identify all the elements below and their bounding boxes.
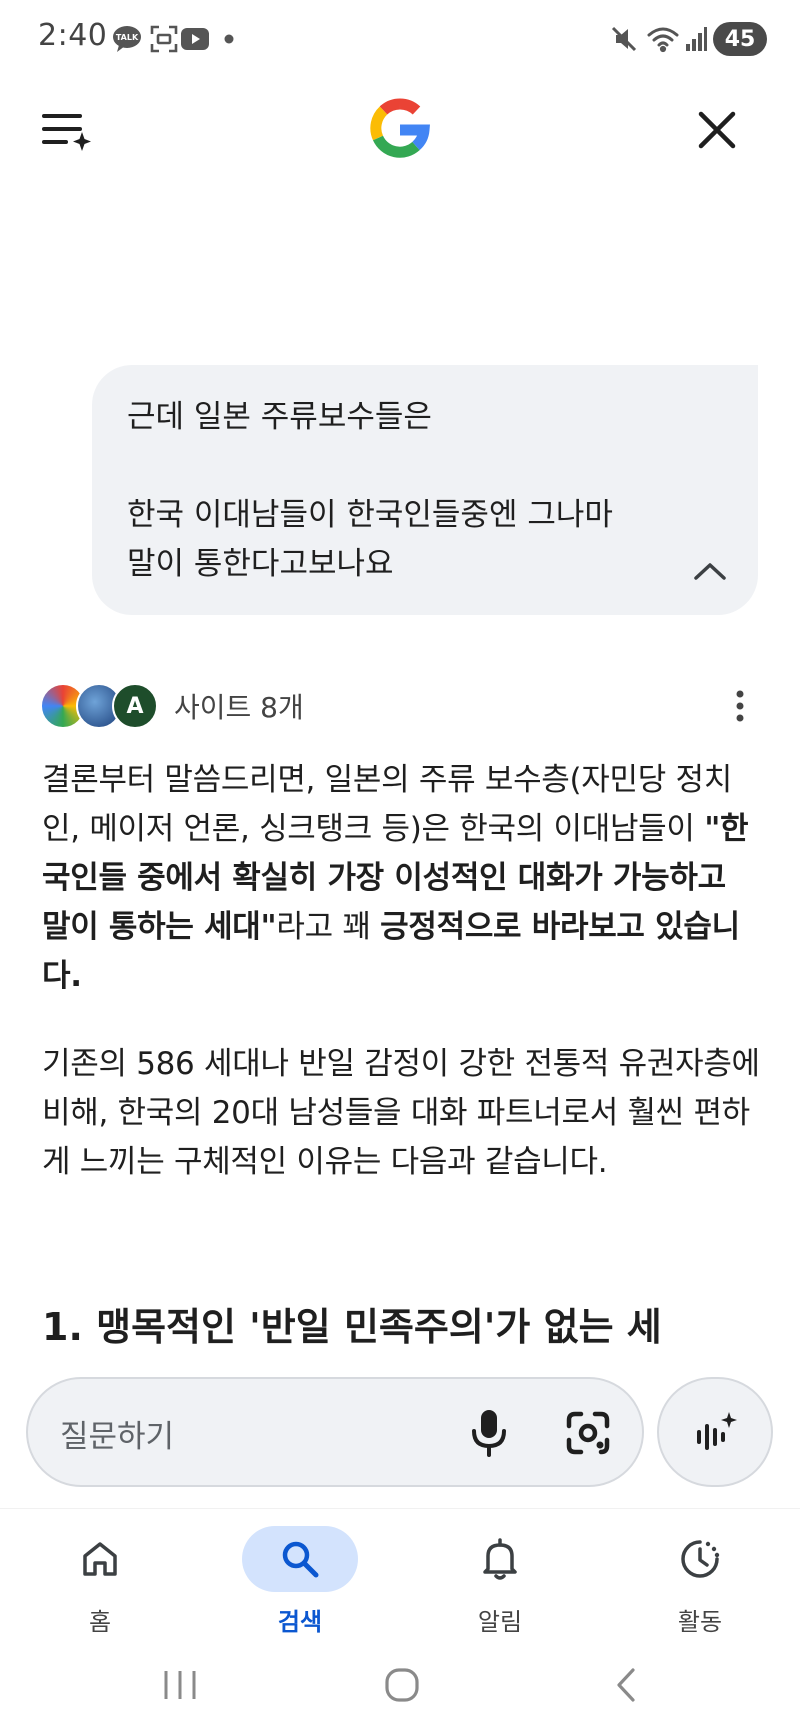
lens-icon [566, 1411, 610, 1455]
answer-paragraph: 기존의 586 세대나 반일 감정이 강한 전통적 유권자층에 비해, 한국의 … [42, 1046, 760, 1180]
nav-item-notifications[interactable]: 알림 [440, 1526, 560, 1637]
chevron-up-icon [694, 563, 726, 580]
mute-icon [609, 22, 639, 56]
close-button[interactable] [693, 106, 741, 154]
status-bar: 2:40 TALK 45 [0, 0, 800, 78]
query-line: 말이 통한다고보나요 [127, 546, 394, 582]
youtube-icon [180, 22, 210, 56]
answer-text: 라고 꽤 [276, 909, 381, 945]
user-query-bubble: 근데 일본 주류보수들은 한국 이대남들이 한국인들중엔 그나마 말이 통한다고… [92, 365, 758, 615]
sources-row[interactable]: A 사이트 8개 [40, 683, 304, 729]
wifi-icon [645, 22, 681, 56]
system-back-button[interactable] [596, 1660, 656, 1710]
section-heading: 1. 맹목적인 '반일 민족주의'가 없는 세 [42, 1305, 662, 1349]
more-vert-icon [736, 690, 744, 722]
nav-item-home[interactable]: 홈 [40, 1526, 160, 1637]
nav-item-activity[interactable]: 활동 [640, 1526, 760, 1637]
bell-icon [483, 1538, 517, 1580]
nav-icon-wrap [42, 1526, 158, 1592]
menu-sparkle-icon[interactable] [40, 110, 92, 154]
collapse-query-button[interactable] [690, 556, 730, 586]
activity-icon [681, 1540, 720, 1578]
dot-icon [222, 22, 236, 56]
answer-paragraph: 결론부터 말씀드리면, 일본의 주류 보수층(자민당 정치인, 메이저 언론, … [42, 756, 762, 1001]
battery-indicator: 45 [713, 22, 767, 56]
svg-text:TALK: TALK [116, 33, 139, 42]
more-options-button[interactable] [728, 686, 752, 726]
home-icon [83, 1542, 117, 1576]
answer-text: 결론부터 말씀드리면, 일본의 주류 보수층(자민당 정치인, 메이저 언론, … [42, 762, 732, 847]
search-icon [282, 1541, 319, 1578]
query-line: 근데 일본 주류보수들은 [127, 399, 432, 435]
nav-icon-wrap [442, 1526, 558, 1592]
status-time: 2:40 [38, 18, 108, 53]
recents-icon [164, 1671, 196, 1699]
source-avatar-3: A [112, 683, 158, 729]
ai-mode-icon [697, 1412, 737, 1450]
system-home-button[interactable] [372, 1660, 432, 1710]
ask-placeholder: 질문하기 [60, 1419, 175, 1455]
nav-label: 알림 [477, 1608, 523, 1636]
lens-button[interactable] [563, 1408, 613, 1458]
nav-item-search[interactable]: 검색 [240, 1526, 360, 1637]
back-chevron-icon [617, 1668, 635, 1702]
ai-mode-button[interactable] [657, 1377, 773, 1487]
query-line: 한국 이대남들이 한국인들중엔 그나마 [127, 497, 613, 533]
sources-label: 사이트 8개 [174, 691, 304, 724]
close-icon [698, 111, 736, 149]
nav-icon-wrap [242, 1526, 358, 1592]
screenshot-icon [148, 22, 180, 56]
mic-icon [472, 1410, 506, 1457]
nav-label: 홈 [88, 1608, 112, 1636]
signal-icon [684, 22, 708, 56]
home-circle-icon [385, 1668, 419, 1702]
talk-icon: TALK [112, 22, 142, 56]
nav-label: 검색 [277, 1608, 323, 1636]
mic-button[interactable] [466, 1407, 512, 1459]
nav-icon-wrap [642, 1526, 758, 1592]
google-g-logo [368, 96, 432, 160]
query-line [127, 442, 718, 491]
system-recents-button[interactable] [150, 1660, 210, 1710]
nav-label: 활동 [677, 1608, 723, 1636]
